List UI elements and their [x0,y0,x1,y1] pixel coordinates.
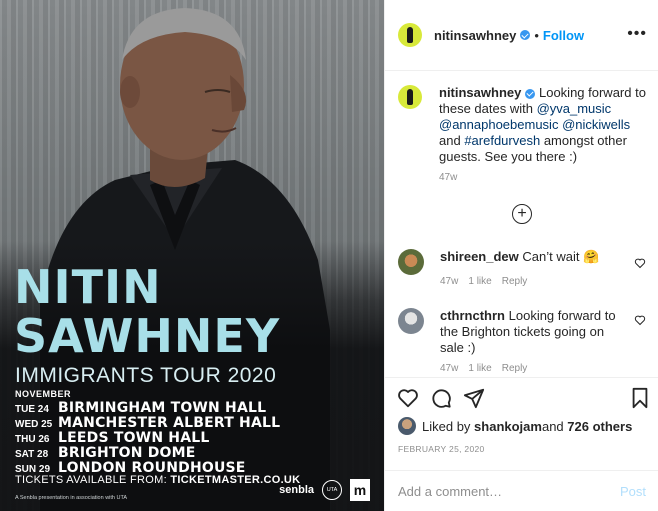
commenter-avatar[interactable] [398,249,424,275]
like-heart-icon[interactable] [397,387,419,409]
tour-venue: BRIGHTON DOME [58,445,196,461]
poster-tour-subtitle: IMMIGRANTS TOUR 2020 [15,364,277,387]
comment-likes[interactable]: 1 like [468,276,491,287]
post-side-panel: nitinsawhney • Follow ••• nitinsawhney L… [384,0,658,511]
tour-date-row: WED 25 MANCHESTER ALBERT HALL [15,415,281,431]
poster-title-last-name: SAWHNEY [14,309,281,363]
post-date[interactable]: FEBRUARY 25, 2020 [398,444,485,454]
comment-text: Can’t wait 🤗 [522,249,600,264]
comment-meta: 47w 1 like Reply [440,363,537,374]
tour-day: TUE 24 [15,404,49,415]
tour-date-row: TUE 24 BIRMINGHAM TOWN HALL [15,400,280,416]
poster-tickets-info: TICKETS AVAILABLE FROM: TICKETMASTER.CO.… [15,474,300,486]
comment-item: shireen_dew Can’t wait 🤗 47w 1 like Reply [398,249,648,289]
post-image[interactable]: NITIN SAWHNEY IMMIGRANTS TOUR 2020 NOVEM… [0,0,384,511]
tour-date-row: THU 26 LEEDS TOWN HALL [15,430,280,446]
poster-sponsor-logos: senbla UTA m [279,479,370,501]
mention-link[interactable]: @annaphoebemusic [439,117,558,132]
post-comment-button[interactable]: Post [620,484,646,499]
post-header: nitinsawhney • Follow ••• [385,0,658,71]
liker-username[interactable]: shankojam [474,419,542,434]
tour-venue: LEEDS TOWN HALL [58,430,210,446]
tour-date-row: SAT 28 BRIGHTON DOME [15,445,280,461]
mention-link[interactable]: @yva_music [537,101,612,116]
comment-body: cthrncthrn Looking forward to the Bright… [440,308,620,356]
tour-day: THU 26 [15,434,50,445]
liked-middle: and [541,418,564,434]
poster-tour-dates: TUE 24 BIRMINGHAM TOWN HALL WED 25 MANCH… [15,400,281,476]
header-separator: • [534,27,539,43]
poster-title-first-name: NITIN [14,260,162,314]
caption-text-part: and [439,133,465,148]
poster-month: NOVEMBER [15,389,72,399]
liker-avatar[interactable] [398,417,416,435]
caption-timestamp[interactable]: 47w [439,172,457,183]
add-comment-bar: Post [385,470,658,511]
senbla-logo: senbla [279,484,314,496]
caption-text: nitinsawhney Looking forward to these da… [439,85,647,165]
post-actions: Liked by shankojam and 726 others FEBRUA… [385,377,658,511]
author-avatar[interactable] [398,23,422,47]
liked-prefix: Liked by [422,418,471,434]
tour-day: WED 25 [15,419,53,430]
hashtag-link[interactable]: #arefdurvesh [464,133,540,148]
comment-time[interactable]: 47w [440,276,458,287]
reply-button[interactable]: Reply [502,363,528,374]
tour-venue: BIRMINGHAM TOWN HALL [58,400,267,416]
author-username[interactable]: nitinsawhney [434,28,516,43]
tour-day: SAT 28 [15,449,49,460]
comment-bubble-icon[interactable] [430,387,452,409]
tour-venue: MANCHESTER ALBERT HALL [58,415,281,431]
tour-date-row: SUN 29 LONDON ROUNDHOUSE [15,460,280,476]
share-paper-plane-icon[interactable] [463,387,485,409]
caption-author-avatar[interactable] [398,85,422,109]
like-comment-heart-icon[interactable] [634,314,646,326]
comment-item: cthrncthrn Looking forward to the Bright… [398,308,648,378]
caption-username[interactable]: nitinsawhney [439,85,521,100]
like-comment-heart-icon[interactable] [634,257,646,269]
poster-fine-print: A Senbla presentation in association wit… [15,495,128,501]
verified-badge-icon [520,30,531,40]
more-options-icon[interactable]: ••• [627,25,647,43]
tickets-prefix: TICKETS AVAILABLE FROM: [15,474,171,486]
comment-username[interactable]: cthrncthrn [440,308,505,323]
post-caption: nitinsawhney Looking forward to these da… [398,85,648,165]
comment-input[interactable] [398,484,598,499]
follow-button[interactable]: Follow [543,28,584,43]
comment-time[interactable]: 47w [440,363,458,374]
save-bookmark-icon[interactable] [629,387,651,409]
mention-link[interactable]: @nickiwells [562,117,630,132]
load-more-comments-button[interactable]: + [512,204,532,224]
comment-body: shireen_dew Can’t wait 🤗 [440,249,620,265]
reply-button[interactable]: Reply [502,276,528,287]
comment-meta: 47w 1 like Reply [440,276,537,287]
likes-count[interactable]: 726 others [567,419,632,434]
comment-likes[interactable]: 1 like [468,363,491,374]
venue-m-logo: m [350,479,370,501]
liked-by-summary: Liked by shankojam and 726 others [398,417,632,435]
verified-badge-icon [525,88,536,99]
commenter-avatar[interactable] [398,308,424,334]
uta-logo: UTA [322,480,342,500]
comment-username[interactable]: shireen_dew [440,249,519,264]
